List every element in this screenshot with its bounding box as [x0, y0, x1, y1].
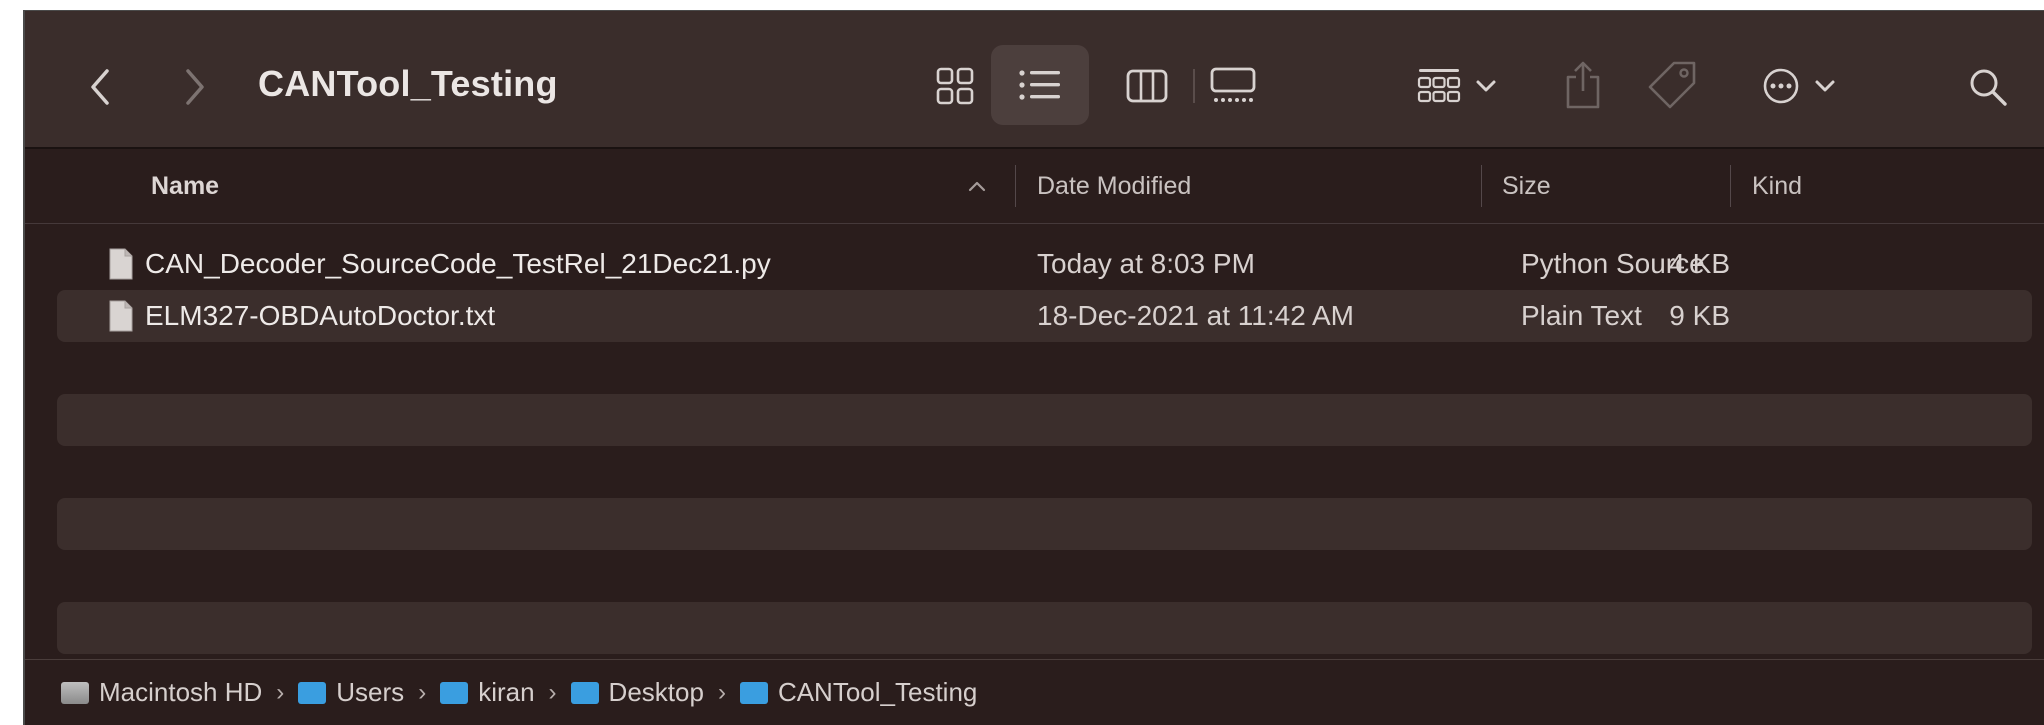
path-item-cantool-testing[interactable]: CANTool_Testing — [739, 677, 978, 708]
column-view-button[interactable] — [1117, 56, 1177, 116]
column-header-date-modified[interactable]: Date Modified — [1037, 149, 1191, 223]
group-by-button[interactable] — [1405, 55, 1509, 117]
tag-button[interactable] — [1640, 53, 1704, 117]
file-kind: Python Source — [1521, 248, 1705, 279]
share-icon — [1566, 61, 1600, 109]
empty-row — [57, 498, 2032, 550]
chevron-right-icon: › — [548, 678, 557, 706]
column-divider[interactable] — [1015, 165, 1016, 207]
list-icon — [1019, 70, 1060, 100]
path-item-macintosh-hd[interactable]: Macintosh HD — [61, 677, 262, 708]
path-item-label: Macintosh HD — [99, 677, 263, 707]
column-header: Name Date Modified Size Kind — [25, 149, 2044, 224]
file-date-modified: Today at 8:03 PM — [1037, 248, 1255, 279]
forward-button[interactable] — [170, 57, 220, 117]
file-kind: Plain Text — [1521, 300, 1642, 331]
empty-row — [57, 602, 2032, 654]
list-view-button[interactable] — [991, 45, 1089, 125]
sort-ascending-icon[interactable] — [968, 149, 986, 223]
window-title: CANTool_Testing — [258, 63, 558, 104]
home-folder-icon — [440, 681, 469, 704]
grid-icon — [936, 67, 974, 105]
chevron-down-icon — [1476, 80, 1496, 92]
group-by-icon — [1417, 69, 1461, 103]
gallery-icon — [1210, 67, 1256, 102]
path-bar: Macintosh HD › Users › kiran › Desktop ›… — [25, 659, 2044, 725]
file-date-modified: 18-Dec-2021 at 11:42 AM — [1037, 300, 1355, 331]
columns-icon — [1126, 69, 1168, 103]
ellipsis-circle-icon — [1763, 68, 1799, 104]
file-row[interactable]: CAN_Decoder_SourceCode_TestRel_21Dec21.p… — [57, 238, 2032, 290]
column-divider[interactable] — [1481, 165, 1482, 207]
document-icon — [109, 300, 133, 332]
path-item-kiran[interactable]: kiran — [440, 677, 535, 708]
folder-icon — [298, 681, 327, 704]
search-button[interactable] — [1960, 57, 2016, 117]
document-icon — [109, 248, 133, 280]
folder-icon — [739, 681, 768, 704]
hard-drive-icon — [61, 681, 89, 704]
toolbar-divider — [1193, 69, 1195, 103]
icon-view-button[interactable] — [925, 56, 985, 116]
chevron-down-icon — [1815, 80, 1835, 92]
column-header-kind[interactable]: Kind — [1752, 149, 1802, 223]
path-item-label: kiran — [478, 677, 535, 707]
path-item-label: Users — [336, 677, 405, 707]
chevron-right-icon: › — [418, 678, 427, 706]
toolbar: CANTool_Testing — [25, 11, 2044, 149]
column-header-name[interactable]: Name — [151, 149, 219, 223]
chevron-right-icon: › — [276, 678, 285, 706]
more-actions-button[interactable] — [1747, 55, 1851, 117]
file-name: ELM327-OBDAutoDoctor.txt — [145, 300, 496, 331]
chevron-right-icon: › — [717, 678, 726, 706]
finder-window: CANTool_Testing Name Date Modified Size … — [23, 10, 2044, 725]
search-icon — [1970, 69, 2007, 106]
file-size: 9 KB — [1669, 300, 1730, 331]
path-item-desktop[interactable]: Desktop — [570, 677, 704, 708]
column-header-size[interactable]: Size — [1502, 149, 1551, 223]
path-item-label: CANTool_Testing — [777, 677, 978, 707]
share-button[interactable] — [1555, 51, 1611, 119]
path-item-label: Desktop — [608, 677, 704, 707]
file-row[interactable]: ELM327-OBDAutoDoctor.txt 18-Dec-2021 at … — [57, 290, 2032, 342]
chevron-left-icon — [91, 69, 109, 105]
file-name: CAN_Decoder_SourceCode_TestRel_21Dec21.p… — [145, 248, 771, 279]
folder-icon — [570, 681, 599, 704]
path-item-users[interactable]: Users — [298, 677, 404, 708]
column-divider[interactable] — [1730, 165, 1731, 207]
gallery-view-button[interactable] — [1201, 56, 1265, 116]
tag-icon — [1648, 61, 1696, 109]
chevron-right-icon — [186, 69, 204, 105]
empty-row — [57, 394, 2032, 446]
back-button[interactable] — [75, 57, 125, 117]
